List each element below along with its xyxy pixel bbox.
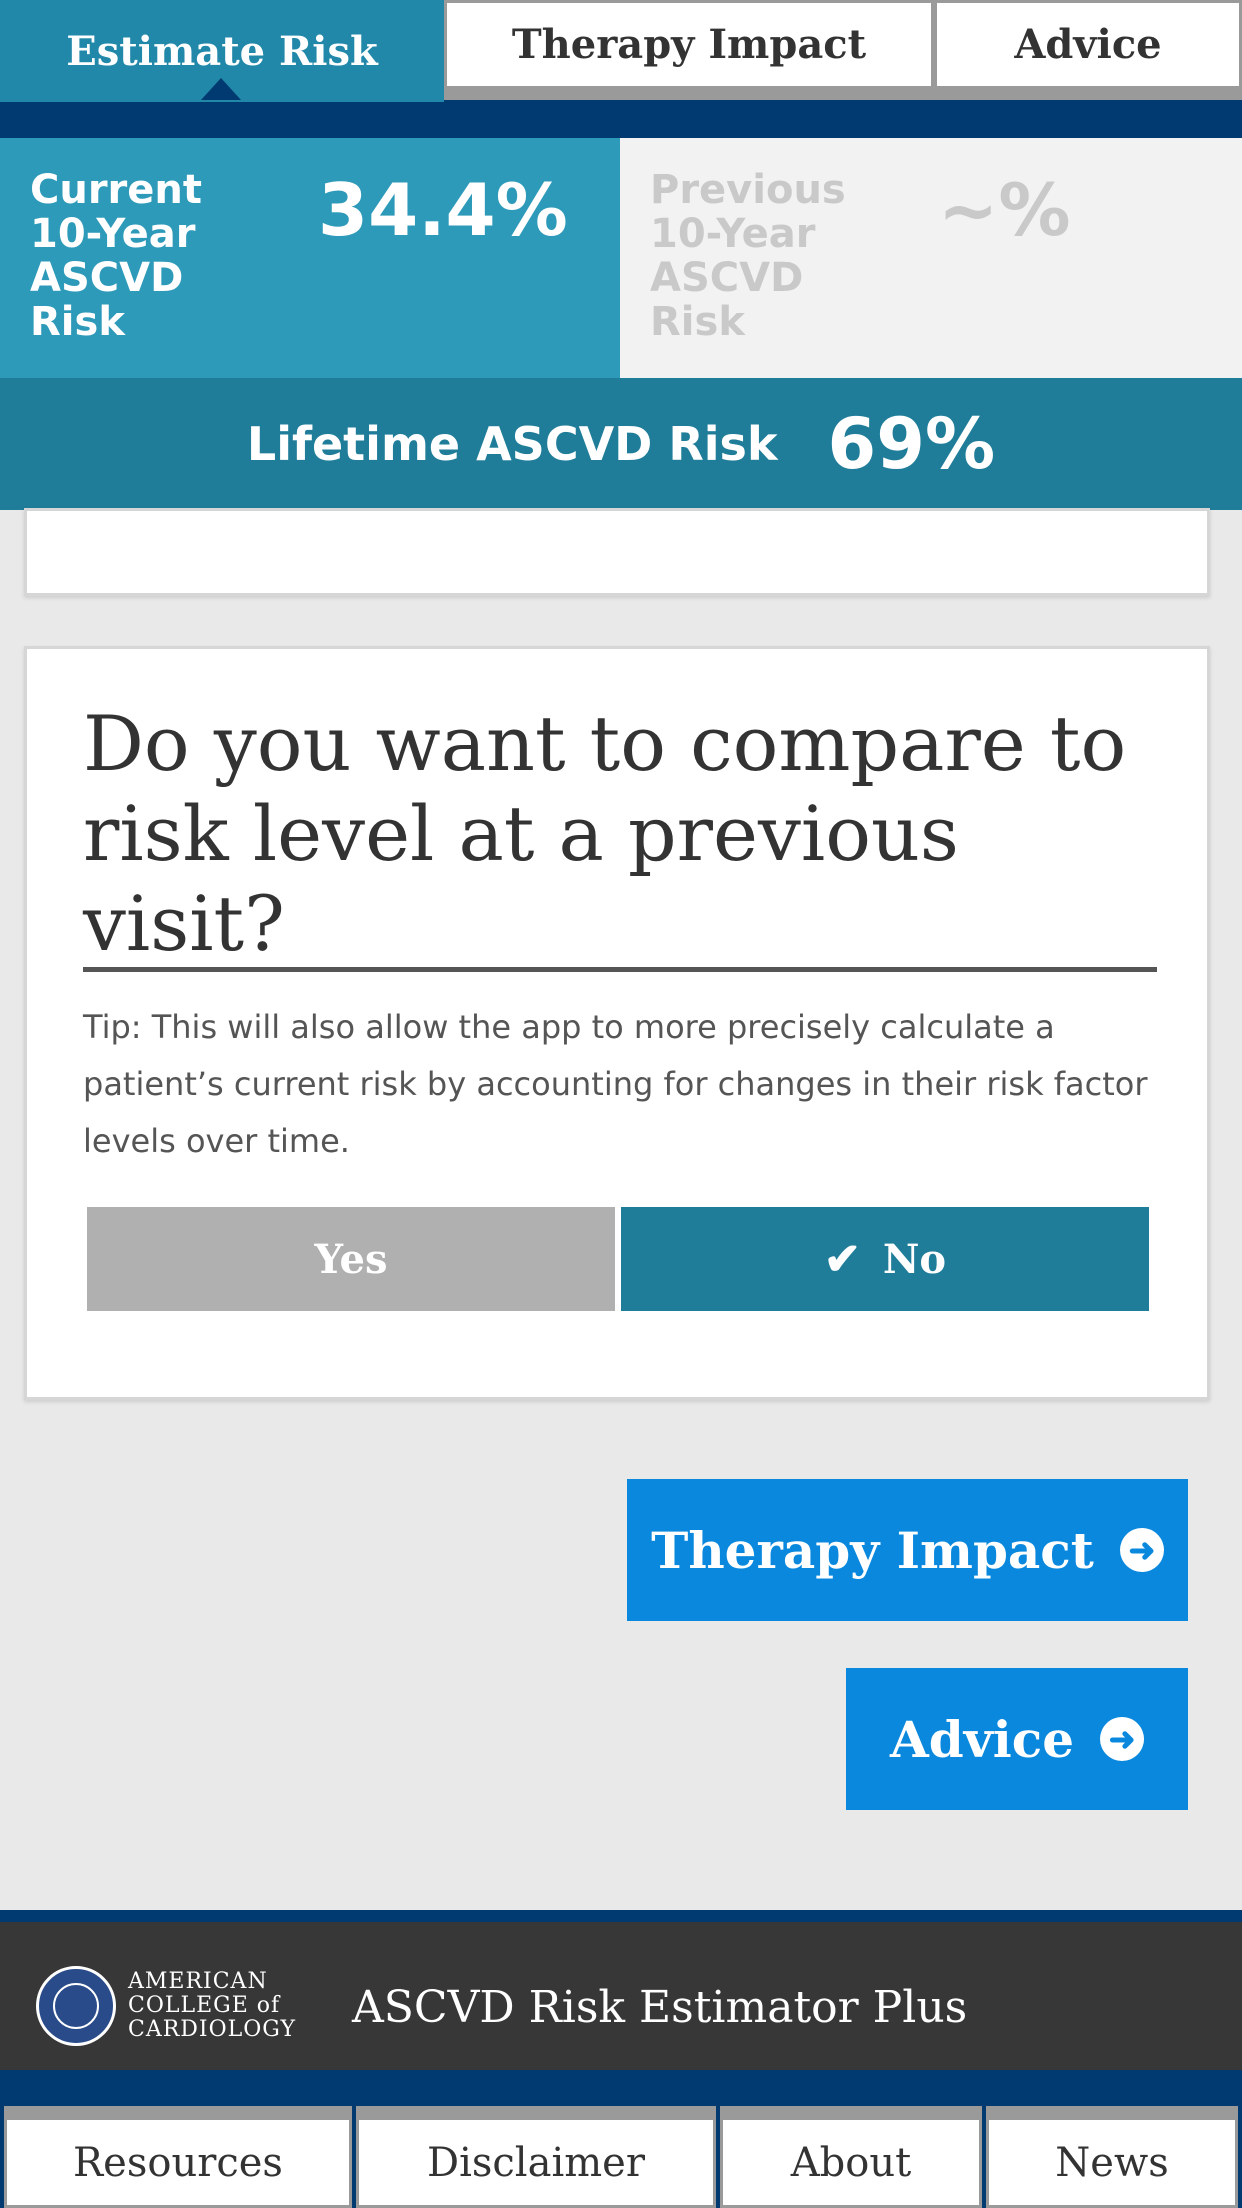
no-label: No [882, 1235, 947, 1283]
compare-question-card: Do you want to compare to risk level at … [24, 646, 1210, 1400]
no-button[interactable]: ✔ No [621, 1207, 1149, 1311]
arrow-right-circle-icon: ➜ [1100, 1717, 1145, 1761]
advice-button[interactable]: Advice ➜ [846, 1668, 1188, 1810]
previous-risk-value: ~% [938, 168, 1071, 252]
tip-text: Tip: This will also allow the app to mor… [83, 1008, 1148, 1160]
arrow-right-circle-icon: ➜ [1119, 1528, 1164, 1572]
app-title: ASCVD Risk Estimator Plus [352, 1982, 968, 2033]
tab-resources[interactable]: Resources [4, 2106, 352, 2208]
tab-news[interactable]: News [986, 2106, 1238, 2208]
current-risk-label: Current 10-Year ASCVD Risk [30, 167, 203, 345]
lifetime-risk-label: Lifetime ASCVD Risk [246, 417, 778, 471]
org-line1: AMERICAN [128, 1969, 268, 1994]
advice-label: Advice [889, 1709, 1075, 1769]
active-tab-pointer [201, 78, 241, 100]
footer: AMERICAN COLLEGE of CARDIOLOGY ASCVD Ris… [0, 1910, 1242, 2080]
org-line2: COLLEGE of [128, 1993, 281, 2018]
tab-about[interactable]: About [720, 2106, 982, 2208]
acc-seal-logo [36, 1966, 116, 2046]
check-icon: ✔ [823, 1233, 861, 1285]
therapy-impact-label: Therapy Impact [651, 1520, 1094, 1580]
previous-risk-panel: Previous 10-Year ASCVD Risk ~% [620, 138, 1242, 378]
tab-advice[interactable]: Advice [934, 0, 1242, 100]
org-line3: CARDIOLOGY [128, 2017, 297, 2042]
compare-question-heading: Do you want to compare to risk level at … [83, 699, 1127, 968]
lifetime-risk-bar: Lifetime ASCVD Risk 69% [0, 378, 1242, 510]
top-tab-bar: Estimate Risk Therapy Impact Advice [0, 0, 1242, 138]
current-risk-panel: Current 10-Year ASCVD Risk 34.4% [0, 138, 620, 378]
yes-button[interactable]: Yes [87, 1207, 615, 1311]
current-risk-value: 34.4% [318, 168, 568, 252]
tab-therapy-impact[interactable]: Therapy Impact [444, 0, 934, 100]
previous-card [24, 508, 1210, 596]
tab-disclaimer[interactable]: Disclaimer [356, 2106, 716, 2208]
acc-logo-text: AMERICAN COLLEGE of CARDIOLOGY [128, 1970, 296, 2042]
yes-label: Yes [314, 1235, 388, 1283]
lifetime-risk-value: 69% [827, 403, 996, 485]
therapy-impact-button[interactable]: Therapy Impact ➜ [627, 1479, 1188, 1621]
heading-divider [83, 967, 1157, 972]
bottom-tab-bar: Resources Disclaimer About News [0, 2080, 1242, 2208]
previous-risk-label: Previous 10-Year ASCVD Risk [650, 167, 846, 345]
